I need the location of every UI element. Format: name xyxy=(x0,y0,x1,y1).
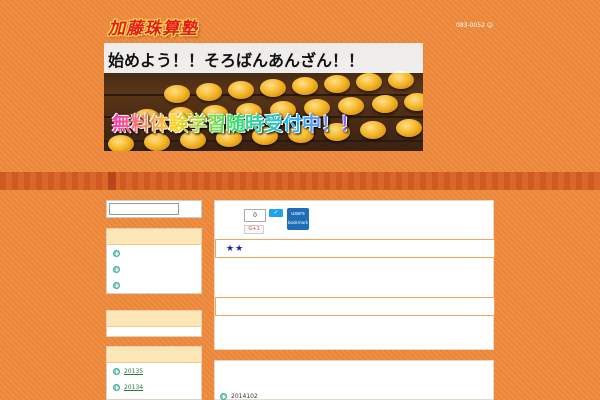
header-info-text: 083-0052 ☺ xyxy=(456,22,494,29)
list-item[interactable] xyxy=(107,245,201,261)
arrow-bullet-icon xyxy=(113,383,120,391)
archive-link[interactable]: 20134 xyxy=(124,384,143,391)
hero-banner: 始めよう！！そろばんあんざん！！ 無料体験学習随時受付中！！ xyxy=(104,43,423,151)
list-item[interactable] xyxy=(107,277,201,293)
share-count: 0 xyxy=(244,209,266,222)
widget-header xyxy=(107,347,201,363)
list-item[interactable]: 20134 xyxy=(107,379,201,395)
global-nav-bar[interactable] xyxy=(0,172,600,190)
widget-header xyxy=(107,229,201,245)
widget-header xyxy=(107,311,201,327)
tweet-button[interactable]: ✓ xyxy=(269,209,283,217)
banner-caption: 無料体験学習随時受付中！！ xyxy=(112,109,359,136)
post-subtitle-bar xyxy=(215,297,495,316)
sidebar-widget-1 xyxy=(106,228,202,294)
arrow-bullet-icon xyxy=(113,249,120,257)
archive-link[interactable]: 20135 xyxy=(124,368,143,375)
arrow-bullet-icon xyxy=(113,265,120,273)
sidebar-search xyxy=(106,200,202,218)
arrow-bullet-icon xyxy=(220,393,227,400)
archive-date-link[interactable]: 2014102 xyxy=(231,393,258,400)
hatena-label: bookmark xyxy=(287,220,309,225)
arrow-bullet-icon xyxy=(113,367,120,375)
sidebar-widget-archive: 20135 20134 xyxy=(106,346,202,400)
nav-active-marker xyxy=(108,172,116,190)
hatena-bookmark-button[interactable]: users bookmark xyxy=(287,208,309,230)
banner-title: 始めよう！！そろばんあんざん！！ xyxy=(108,51,365,70)
sidebar-widget-2 xyxy=(106,310,202,337)
list-item[interactable]: 20135 xyxy=(107,363,201,379)
arrow-bullet-icon xyxy=(113,281,120,289)
hatena-count: users xyxy=(291,211,305,217)
list-item[interactable]: 2014102 xyxy=(220,393,258,400)
post-title[interactable]: ★★ xyxy=(226,244,244,254)
post-title-bar: ★★ xyxy=(215,239,495,258)
search-input[interactable] xyxy=(109,203,179,215)
list-item[interactable] xyxy=(107,261,201,277)
post-card: 0 ✓ G+1 users bookmark ★★ xyxy=(214,200,495,350)
site-logo[interactable]: 加藤珠算塾 xyxy=(108,14,198,39)
google-plus-button[interactable]: G+1 xyxy=(244,225,264,234)
